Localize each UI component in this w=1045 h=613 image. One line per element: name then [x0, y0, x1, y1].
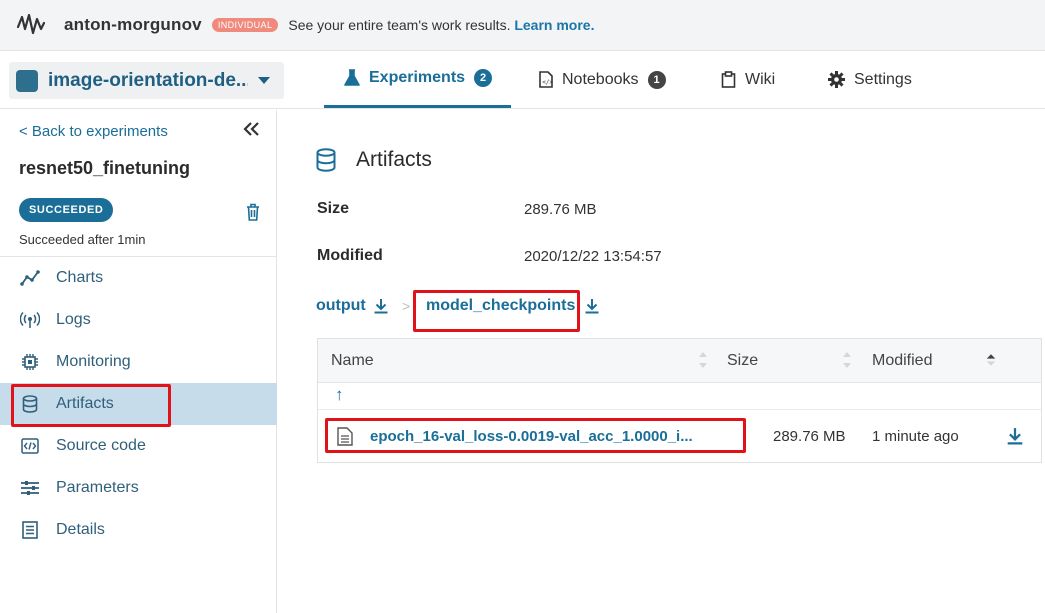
experiment-name: resnet50_finetuning [19, 158, 191, 178]
sidebar-item-label: Parameters [56, 479, 139, 496]
top-bar: anton-morgunov INDIVIDUAL See your entir… [0, 0, 1045, 51]
project-avatar [16, 69, 38, 92]
parent-directory-row[interactable]: ↑ [318, 383, 1041, 410]
file-size: 289.76 MB [773, 428, 846, 445]
broadcast-icon [19, 309, 41, 331]
list-icon [19, 519, 41, 541]
back-to-experiments-link[interactable]: < Back to experiments [19, 123, 168, 140]
svg-text:</>: </> [542, 79, 553, 86]
sidebar-item-label: Charts [56, 269, 104, 286]
tab-label: Experiments [369, 69, 466, 86]
breadcrumb-output[interactable]: output [316, 297, 389, 315]
sidebar-item-parameters[interactable]: Parameters [0, 467, 277, 509]
download-icon[interactable] [584, 298, 600, 314]
project-selector[interactable]: image-orientation-de... [9, 62, 284, 99]
tab-label: Wiki [745, 70, 776, 88]
file-name-link[interactable]: epoch_16-val_loss-0.0019-val_acc_1.0000_… [370, 428, 693, 445]
column-header-modified[interactable]: Modified [872, 352, 932, 370]
sidebar-item-source-code[interactable]: Source code [0, 425, 277, 467]
tab-experiments[interactable]: Experiments 2 [324, 51, 511, 108]
main-content: Artifacts Size 289.76 MB Modified 2020/1… [278, 110, 1045, 613]
size-value: 289.76 MB [524, 201, 597, 218]
arrow-up-icon[interactable]: ↑ [335, 385, 344, 405]
promo-text: See your entire team's work results. Lea… [288, 17, 594, 33]
chip-icon [19, 351, 41, 373]
gear-icon [828, 71, 845, 88]
notebook-icon: </> [539, 71, 553, 88]
artifacts-table: Name Size Modified ↑ epoch_16-val_loss-0… [317, 338, 1042, 463]
clipboard-icon [721, 71, 736, 88]
sidebar-item-label: Artifacts [56, 395, 114, 412]
breadcrumb-model-checkpoints[interactable]: model_checkpoints [426, 297, 600, 315]
database-icon [19, 393, 41, 415]
app-logo-icon[interactable] [12, 6, 50, 44]
sidebar-item-logs[interactable]: Logs [0, 299, 277, 341]
trash-icon[interactable] [246, 203, 260, 226]
tab-settings[interactable]: Settings [828, 51, 912, 108]
sidebar: < Back to experiments resnet50_finetunin… [0, 110, 277, 613]
page-title: Artifacts [316, 148, 432, 172]
sidebar-item-label: Source code [56, 437, 146, 454]
breadcrumb-label: output [316, 297, 366, 314]
status-text: Succeeded after 1min [19, 232, 146, 247]
tab-count-badge: 2 [474, 69, 493, 87]
sort-ascending-icon[interactable] [986, 349, 996, 371]
sliders-icon [19, 477, 41, 499]
learn-more-link[interactable]: Learn more. [514, 17, 594, 33]
sidebar-item-monitoring[interactable]: Monitoring [0, 341, 277, 383]
status-badge: SUCCEEDED [19, 198, 114, 222]
tab-label: Notebooks [562, 70, 639, 88]
sidebar-item-details[interactable]: Details [0, 509, 277, 551]
sort-icon[interactable] [842, 349, 852, 371]
sidebar-item-artifacts[interactable]: Artifacts [0, 383, 277, 425]
project-header: image-orientation-de... Experiments 2 </… [0, 51, 1045, 109]
tab-label: Settings [854, 70, 912, 88]
tab-notebooks[interactable]: </> Notebooks 1 [539, 51, 666, 108]
sidebar-item-label: Monitoring [56, 353, 131, 370]
page-title-text: Artifacts [356, 148, 432, 171]
sort-icon[interactable] [698, 349, 708, 371]
column-header-size[interactable]: Size [727, 352, 758, 370]
download-icon[interactable] [1006, 427, 1024, 445]
table-header: Name Size Modified [318, 339, 1041, 383]
file-icon [337, 427, 353, 446]
code-file-icon [19, 435, 41, 457]
database-icon [316, 148, 336, 172]
collapse-sidebar-icon[interactable] [242, 120, 260, 143]
modified-value: 2020/12/22 13:54:57 [524, 248, 662, 265]
file-modified: 1 minute ago [872, 428, 959, 445]
chart-line-icon [19, 267, 41, 289]
column-header-name[interactable]: Name [331, 352, 374, 370]
modified-label: Modified [317, 247, 383, 264]
flask-icon [344, 69, 360, 87]
sidebar-item-label: Logs [56, 311, 91, 328]
table-row[interactable]: epoch_16-val_loss-0.0019-val_acc_1.0000_… [318, 411, 1041, 463]
project-name: image-orientation-de... [48, 69, 248, 91]
tab-wiki[interactable]: Wiki [721, 51, 775, 108]
plan-badge: INDIVIDUAL [211, 18, 279, 32]
tab-count-badge: 1 [647, 70, 666, 89]
workspace-name[interactable]: anton-morgunov [64, 15, 202, 35]
breadcrumb-label: model_checkpoints [426, 297, 576, 314]
size-label: Size [317, 200, 350, 217]
chevron-down-icon [258, 77, 270, 84]
download-icon[interactable] [373, 298, 389, 314]
sidebar-item-label: Details [56, 521, 105, 538]
breadcrumb-separator: > [402, 298, 411, 314]
promo-message: See your entire team's work results. [288, 17, 511, 33]
sidebar-item-charts[interactable]: Charts [0, 257, 277, 299]
